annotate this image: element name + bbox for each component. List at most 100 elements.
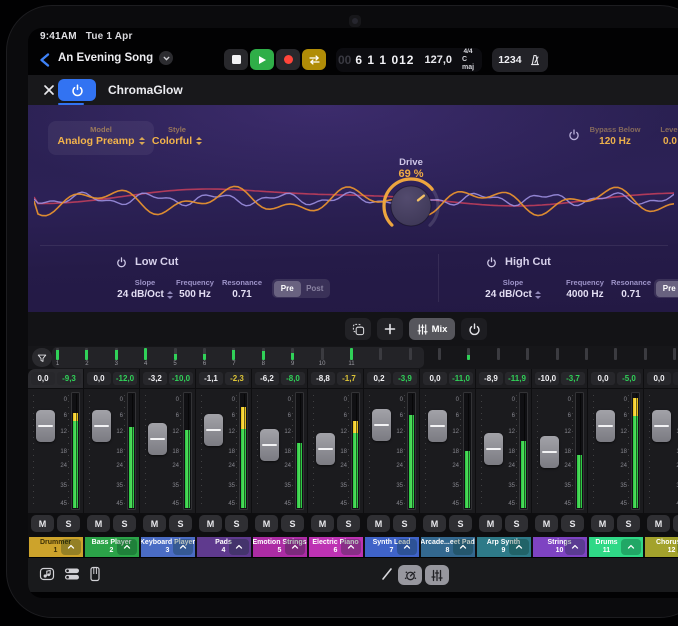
mute-button[interactable]: M bbox=[255, 515, 278, 532]
fader-handle[interactable] bbox=[652, 410, 671, 442]
low-cut-resonance[interactable]: Resonance 0.71 bbox=[220, 278, 264, 300]
channel-volume-value[interactable]: -10,0 bbox=[535, 372, 559, 385]
level-control[interactable]: Level 0.0 bbox=[640, 125, 678, 147]
collapse-plugin-button[interactable] bbox=[453, 539, 473, 555]
fader-handle[interactable] bbox=[540, 436, 559, 468]
high-cut-frequency[interactable]: Frequency 4000 Hz bbox=[559, 278, 611, 300]
collapse-plugin-button[interactable] bbox=[565, 539, 585, 555]
plugin-power-button[interactable] bbox=[58, 79, 96, 101]
low-cut-slope[interactable]: Slope 24 dB/Oct bbox=[113, 278, 177, 300]
channel-volume-value[interactable]: 0,0 bbox=[591, 372, 615, 385]
collapse-plugin-button[interactable] bbox=[229, 539, 249, 555]
mute-button[interactable]: M bbox=[535, 515, 558, 532]
close-icon[interactable] bbox=[43, 84, 55, 96]
back-icon[interactable] bbox=[38, 52, 51, 68]
low-cut-frequency[interactable]: Frequency 500 Hz bbox=[169, 278, 221, 300]
solo-button[interactable]: S bbox=[57, 515, 80, 532]
collapse-plugin-button[interactable] bbox=[397, 539, 417, 555]
add-track-button[interactable] bbox=[377, 318, 403, 340]
track-name-cell[interactable]: Arcade...eet Pad 8 bbox=[421, 537, 475, 557]
high-cut-slope[interactable]: Slope 24 dB/Oct bbox=[481, 278, 545, 300]
solo-button[interactable]: S bbox=[337, 515, 360, 532]
fader-handle[interactable] bbox=[260, 429, 279, 461]
fader-handle[interactable] bbox=[148, 423, 167, 455]
track-name-cell[interactable]: Bass Player 2 bbox=[85, 537, 139, 557]
solo-button[interactable]: S bbox=[505, 515, 528, 532]
post-button[interactable]: Post bbox=[301, 281, 329, 297]
collapse-plugin-button[interactable] bbox=[61, 539, 81, 555]
solo-button[interactable]: S bbox=[673, 515, 678, 532]
mute-button[interactable]: M bbox=[367, 515, 390, 532]
song-title[interactable]: An Evening Song bbox=[58, 51, 173, 65]
channel-volume-value[interactable]: -3,2 bbox=[143, 372, 167, 385]
bypass-below-control[interactable]: Bypass Below 120 Hz bbox=[584, 125, 646, 147]
track-name-cell[interactable]: Pads 4 bbox=[197, 537, 251, 557]
pre-button[interactable]: Pre bbox=[274, 281, 302, 297]
fader-handle[interactable] bbox=[372, 409, 391, 441]
mute-button[interactable]: M bbox=[311, 515, 334, 532]
record-button[interactable] bbox=[276, 49, 300, 70]
track-name-cell[interactable]: Drummer 1 bbox=[29, 537, 83, 557]
mute-button[interactable]: M bbox=[591, 515, 614, 532]
filter-button[interactable] bbox=[32, 348, 52, 367]
mute-button[interactable]: M bbox=[199, 515, 222, 532]
channel-volume-value[interactable]: -6,2 bbox=[255, 372, 279, 385]
collapse-plugin-button[interactable] bbox=[509, 539, 529, 555]
fader-handle[interactable] bbox=[204, 414, 223, 446]
mute-button[interactable]: M bbox=[143, 515, 166, 532]
channel-volume-value[interactable]: 0,0 bbox=[31, 372, 55, 385]
fader-handle[interactable] bbox=[596, 410, 615, 442]
channel-volume-value[interactable]: 0,2 bbox=[367, 372, 391, 385]
collapse-plugin-button[interactable] bbox=[285, 539, 305, 555]
mute-button[interactable]: M bbox=[479, 515, 502, 532]
mix-toggle-button[interactable]: Mix bbox=[409, 318, 455, 340]
drive-knob[interactable] bbox=[379, 174, 443, 238]
solo-button[interactable]: S bbox=[225, 515, 248, 532]
cycle-button[interactable] bbox=[302, 49, 326, 70]
track-name-cell[interactable]: Emotion Strings 5 bbox=[253, 537, 307, 557]
style-selector[interactable]: Style Colorful bbox=[146, 121, 208, 147]
play-surface-icon[interactable] bbox=[88, 566, 102, 582]
low-cut-power-icon[interactable] bbox=[116, 257, 127, 268]
song-menu-button[interactable] bbox=[159, 51, 173, 65]
channel-volume-value[interactable]: 0,0 bbox=[423, 372, 447, 385]
track-name-cell[interactable]: Arp Synth 9 bbox=[477, 537, 531, 557]
collapse-plugin-button[interactable] bbox=[341, 539, 361, 555]
mute-button[interactable]: M bbox=[423, 515, 446, 532]
mute-button[interactable]: M bbox=[647, 515, 670, 532]
play-button[interactable] bbox=[250, 49, 274, 70]
faders-view-button[interactable] bbox=[425, 565, 449, 585]
tracks-view-icon[interactable] bbox=[64, 566, 80, 582]
fader-handle[interactable] bbox=[92, 410, 111, 442]
fader-handle[interactable] bbox=[316, 433, 335, 465]
track-name-cell[interactable]: Chorus V 12 bbox=[645, 537, 678, 557]
count-in-button[interactable]: 1234 bbox=[498, 54, 521, 66]
channel-volume-value[interactable]: -1,1 bbox=[199, 372, 223, 385]
duplicate-button[interactable] bbox=[345, 318, 371, 340]
solo-button[interactable]: S bbox=[113, 515, 136, 532]
solo-button[interactable]: S bbox=[449, 515, 472, 532]
solo-button[interactable]: S bbox=[561, 515, 584, 532]
mute-button[interactable]: M bbox=[31, 515, 54, 532]
track-name-cell[interactable]: Synth Lead 7 bbox=[365, 537, 419, 557]
solo-button[interactable]: S bbox=[393, 515, 416, 532]
pre-button[interactable]: Pre bbox=[656, 281, 678, 297]
collapse-plugin-button[interactable] bbox=[173, 539, 193, 555]
high-cut-power-icon[interactable] bbox=[486, 257, 497, 268]
pencil-icon[interactable] bbox=[380, 566, 394, 582]
channel-volume-value[interactable]: -8,8 bbox=[311, 372, 335, 385]
solo-button[interactable]: S bbox=[617, 515, 640, 532]
track-name-cell[interactable]: Drums 11 bbox=[589, 537, 643, 557]
collapse-plugin-button[interactable] bbox=[621, 539, 641, 555]
channel-volume-value[interactable]: 0,0 bbox=[647, 372, 671, 385]
collapse-plugin-button[interactable] bbox=[117, 539, 137, 555]
high-cut-resonance[interactable]: Resonance 0.71 bbox=[611, 278, 651, 300]
solo-button[interactable]: S bbox=[281, 515, 304, 532]
lcd-display[interactable]: 00 6 1 1 012 127,0 4/4C maj In OutMIDI bbox=[336, 48, 482, 72]
track-name-cell[interactable]: Keyboard Player 3 bbox=[141, 537, 195, 557]
controls-view-button[interactable] bbox=[398, 565, 422, 585]
browser-loops-icon[interactable] bbox=[39, 566, 55, 582]
fader-handle[interactable] bbox=[428, 410, 447, 442]
metronome-icon[interactable] bbox=[528, 53, 542, 67]
channel-volume-value[interactable]: -8,9 bbox=[479, 372, 503, 385]
